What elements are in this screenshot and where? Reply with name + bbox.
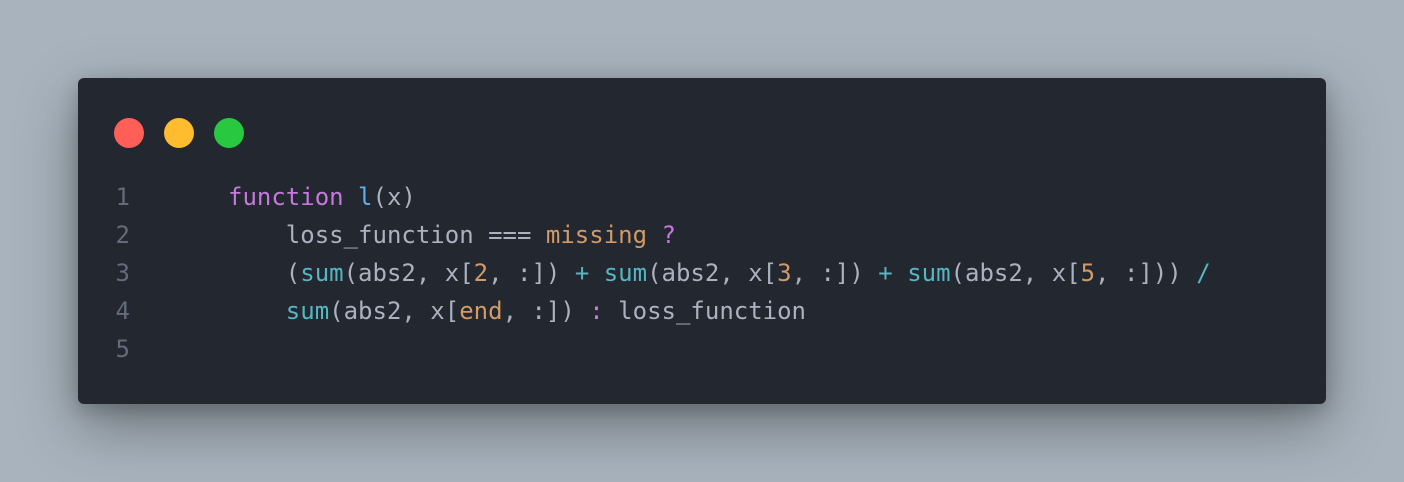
code-token: missing (545, 221, 648, 249)
code-token: ( (228, 259, 301, 287)
code-token: function (228, 183, 344, 211)
code-token: ? (661, 221, 676, 249)
code-token: sum (285, 297, 330, 325)
code-token: , :]) (502, 297, 590, 325)
code-line: 1 function l(x) (78, 178, 1326, 216)
code-token: l (358, 183, 373, 211)
code-token: (abs2, x[ (343, 259, 474, 287)
close-dot-icon[interactable] (114, 118, 144, 148)
code-token: (abs2, x[ (950, 259, 1081, 287)
line-number: 2 (115, 221, 130, 249)
code-line-text: loss_function === missing ? (130, 216, 676, 254)
minimize-dot-icon[interactable] (164, 118, 194, 148)
code-line-text: (sum(abs2, x[2, :]) + sum(abs2, x[3, :])… (130, 254, 1211, 292)
line-number: 1 (115, 183, 130, 211)
code-block: 1 function l(x) 2 loss_function === miss… (78, 178, 1326, 368)
line-number: 4 (115, 297, 130, 325)
code-token: (abs2, x[ (329, 297, 460, 325)
code-token: (x) (372, 183, 416, 211)
code-token: + (574, 259, 590, 287)
code-token: / (1196, 259, 1211, 287)
code-window: 1 function l(x) 2 loss_function === miss… (78, 78, 1326, 404)
line-number: 5 (115, 335, 130, 363)
code-token: (abs2, x[ (647, 259, 778, 287)
code-line: 2 loss_function === missing ? (78, 216, 1326, 254)
code-token: 2 (473, 259, 489, 287)
code-token: + (878, 259, 893, 287)
code-line: 4 sum(abs2, x[end, :]) : loss_function (78, 292, 1326, 330)
window-controls (114, 118, 244, 148)
line-number: 3 (115, 259, 130, 287)
code-token: 3 (777, 259, 792, 287)
code-line-text: function l(x) (130, 178, 416, 216)
code-token: 5 (1080, 259, 1096, 287)
code-line: 3 (sum(abs2, x[2, :]) + sum(abs2, x[3, :… (78, 254, 1326, 292)
code-token: , :])) (1095, 259, 1197, 287)
maximize-dot-icon[interactable] (214, 118, 244, 148)
code-token: loss_function === (228, 221, 546, 249)
code-line: 5 (78, 330, 1326, 368)
code-token: , :]) (791, 259, 879, 287)
code-token: sum (300, 259, 344, 287)
code-token: : (589, 297, 604, 325)
code-token: end (459, 297, 503, 325)
code-line-text: sum(abs2, x[end, :]) : loss_function (130, 292, 806, 330)
code-token: , :]) (488, 259, 575, 287)
code-token: sum (907, 259, 951, 287)
code-token: loss_function (603, 297, 807, 325)
code-token: sum (603, 259, 648, 287)
